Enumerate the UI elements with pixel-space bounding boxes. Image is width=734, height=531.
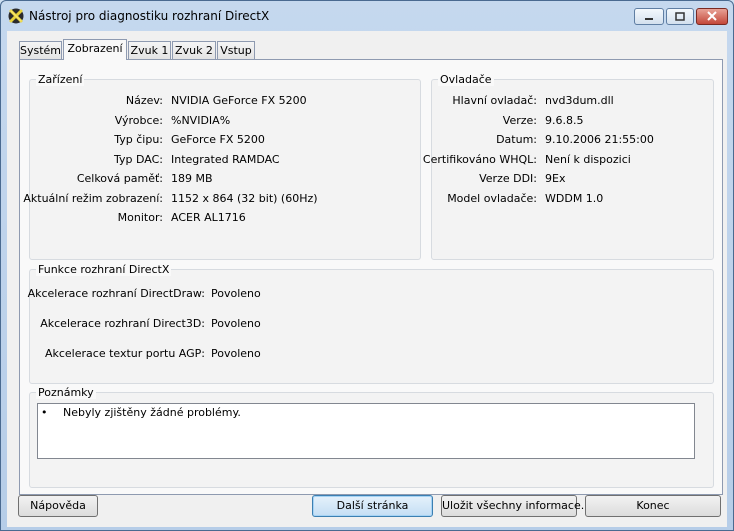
close-icon (707, 11, 717, 21)
main-driver-value: nvd3dum.dll (545, 94, 614, 107)
driver-version-value: 9.6.8.5 (545, 114, 584, 127)
drivers-group-title: Ovladače (438, 73, 494, 86)
title-bar[interactable]: Nástroj pro diagnostiku rozhraní DirectX (1, 1, 733, 31)
display-mode-label: Aktuální režim zobrazení: (23, 192, 163, 205)
help-button[interactable]: Nápověda (18, 495, 98, 517)
dac-type-value: Integrated RAMDAC (171, 153, 280, 166)
directx-features-group: Funkce rozhraní DirectX Akcelerace rozhr… (27, 263, 714, 384)
maximize-button[interactable] (666, 8, 694, 25)
features-group-title: Funkce rozhraní DirectX (36, 263, 172, 276)
agp-texture-accel-value: Povoleno (211, 347, 261, 360)
minimize-icon (645, 18, 653, 20)
tab-display[interactable]: Zobrazení (63, 39, 127, 60)
whql-value: Není k dispozici (545, 153, 631, 166)
direct3d-accel-label: Akcelerace rozhraní Direct3D: (40, 317, 205, 330)
driver-date-value: 9.10.2006 21:55:00 (545, 133, 654, 146)
total-memory-value: 189 MB (171, 172, 213, 185)
exit-button[interactable]: Konec (585, 495, 721, 517)
display-tab-panel: Zařízení Název: NVIDIA GeForce FX 5200 V… (19, 59, 723, 495)
ddi-version-value: 9Ex (545, 172, 566, 185)
manufacturer-value: %NVIDIA% (171, 114, 231, 127)
tab-input[interactable]: Vstup (217, 41, 255, 60)
window-title: Nástroj pro diagnostiku rozhraní DirectX (29, 9, 270, 23)
driver-version-label: Verze: (502, 114, 537, 127)
device-name-label: Název: (125, 94, 163, 107)
ddi-version-label: Verze DDI: (479, 172, 537, 185)
tab-sound1[interactable]: Zvuk 1 (128, 41, 171, 60)
agp-texture-accel-label: Akcelerace textur portu AGP: (44, 347, 205, 360)
maximize-icon (675, 12, 685, 21)
directdraw-accel-value: Povoleno (211, 287, 261, 300)
close-button[interactable] (696, 8, 728, 25)
tab-sound2[interactable]: Zvuk 2 (172, 41, 216, 60)
dac-type-label: Typ DAC: (114, 153, 163, 166)
device-group: Zařízení Název: NVIDIA GeForce FX 5200 V… (23, 73, 421, 260)
next-page-button[interactable]: Další stránka (312, 495, 433, 517)
drivers-group: Ovladače Hlavní ovladač: nvd3dum.dll Ver… (423, 73, 714, 260)
notes-item: Nebyly zjištěny žádné problémy. (63, 406, 241, 419)
manufacturer-label: Výrobce: (114, 114, 163, 127)
whql-label: Certifikováno WHQL: (422, 153, 537, 166)
device-group-title: Zařízení (36, 73, 85, 86)
notes-group-title: Poznámky (36, 386, 96, 399)
display-mode-value: 1152 x 864 (32 bit) (60Hz) (171, 192, 318, 205)
dxdiag-window: Nástroj pro diagnostiku rozhraní DirectX… (0, 0, 734, 531)
directdraw-accel-label: Akcelerace rozhraní DirectDraw: (27, 287, 205, 300)
client-area: Systém Zobrazení Zvuk 1 Zvuk 2 Vstup Zař… (7, 31, 727, 527)
driver-model-label: Model ovladače: (447, 192, 537, 205)
main-driver-label: Hlavní ovladač: (452, 94, 537, 107)
total-memory-label: Celková paměť: (76, 172, 163, 185)
save-all-info-button[interactable]: Uložit všechny informace... (441, 495, 591, 517)
monitor-value: ACER AL1716 (171, 211, 246, 224)
chip-type-value: GeForce FX 5200 (171, 133, 265, 146)
notes-group: Poznámky • Nebyly zjištěny žádné problém… (29, 386, 714, 488)
driver-model-value: WDDM 1.0 (545, 192, 604, 205)
notes-textbox[interactable]: • Nebyly zjištěny žádné problémy. (37, 403, 695, 459)
device-name-value: NVIDIA GeForce FX 5200 (171, 94, 307, 107)
direct3d-accel-value: Povoleno (211, 317, 261, 330)
notes-bullet: • (41, 406, 48, 419)
tab-system[interactable]: Systém (19, 41, 62, 60)
directx-icon (8, 8, 24, 24)
chip-type-label: Typ čipu: (114, 133, 163, 146)
monitor-label: Monitor: (117, 211, 163, 224)
minimize-button[interactable] (634, 8, 664, 25)
driver-date-label: Datum: (496, 133, 537, 146)
